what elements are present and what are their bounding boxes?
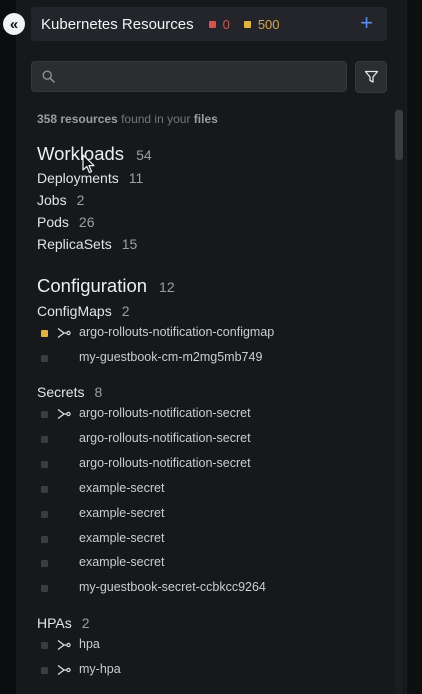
kind-configmaps[interactable]: ConfigMaps 2 [37, 303, 130, 319]
resource-name: example-secret [79, 506, 165, 520]
status-dot-icon [41, 666, 48, 674]
resource-row[interactable]: hpa [41, 636, 100, 654]
filter-icon [364, 70, 378, 83]
kind-label: HPAs [37, 615, 72, 631]
search-input[interactable] [62, 62, 346, 93]
filter-button[interactable] [355, 61, 387, 93]
resource-name: example-secret [79, 555, 165, 569]
kind-count: 15 [121, 236, 138, 252]
resource-row[interactable]: argo-rollouts-notification-secret [41, 455, 251, 473]
resource-name: example-secret [79, 481, 165, 495]
kind-label: Pods [37, 214, 69, 230]
error-count-badge[interactable]: 0 [208, 16, 230, 32]
panel-title: Kubernetes Resources [41, 15, 194, 33]
section-count: 12 [159, 279, 175, 295]
resource-row[interactable]: example-secret [41, 530, 164, 548]
warning-square-icon [243, 20, 251, 28]
resource-row[interactable]: argo-rollouts-notification-secret [41, 405, 251, 423]
resource-row[interactable]: my-guestbook-cm-m2mg5mb749 [41, 349, 262, 367]
kind-hpas[interactable]: HPAs 2 [37, 615, 90, 631]
status-dot-icon [41, 559, 48, 567]
left-gutter [0, 0, 16, 694]
resource-row[interactable]: example-secret [41, 505, 164, 523]
warning-count: 500 [257, 16, 280, 32]
collapse-panel-button[interactable]: « [3, 13, 25, 35]
status-dot-icon [41, 510, 48, 518]
kind-replicasets[interactable]: ReplicaSets 15 [37, 236, 137, 252]
resource-name: my-hpa [79, 662, 121, 676]
kind-count: 2 [121, 303, 130, 319]
panel-header: Kubernetes Resources 0 500 + [31, 7, 387, 41]
status-dot-icon [41, 460, 48, 468]
resource-row[interactable]: argo-rollouts-notification-secret [41, 430, 251, 448]
summary-text: found in your [117, 112, 194, 126]
kind-count: 11 [128, 170, 144, 186]
relations-icon[interactable] [57, 408, 71, 420]
error-count: 0 [222, 16, 230, 32]
resource-row[interactable]: example-secret [41, 480, 164, 498]
search-box[interactable] [31, 61, 347, 93]
add-resource-button[interactable]: + [360, 11, 373, 35]
error-square-icon [208, 20, 216, 28]
resource-row[interactable]: my-hpa [41, 661, 121, 679]
status-dot-icon [41, 435, 48, 443]
section-title: Configuration [37, 275, 148, 296]
scrollbar-thumb[interactable] [395, 110, 403, 160]
resource-name: argo-rollouts-notification-secret [79, 456, 251, 470]
kind-label: Deployments [37, 170, 119, 186]
resource-name: example-secret [79, 531, 165, 545]
resource-name: my-guestbook-secret-ccbkcc9264 [79, 580, 266, 594]
scrollbar-track [395, 108, 403, 694]
resource-name: argo-rollouts-notification-secret [79, 431, 251, 445]
resource-name: argo-rollouts-notification-configmap [79, 325, 275, 339]
relations-icon[interactable] [57, 327, 71, 339]
kind-pods[interactable]: Pods 26 [37, 214, 95, 230]
kind-jobs[interactable]: Jobs 2 [37, 192, 84, 208]
kind-label: Secrets [37, 384, 85, 400]
kind-secrets[interactable]: Secrets 8 [37, 384, 102, 400]
right-gutter [406, 0, 422, 694]
resource-name: my-guestbook-cm-m2mg5mb749 [79, 350, 263, 364]
section-title: Workloads [37, 143, 125, 164]
resource-name: hpa [79, 637, 100, 651]
resource-row[interactable]: my-guestbook-secret-ccbkcc9264 [41, 579, 266, 597]
warning-status-icon [41, 329, 48, 337]
resource-name: argo-rollouts-notification-secret [79, 406, 251, 420]
resource-row[interactable]: argo-rollouts-notification-configmap [41, 324, 274, 342]
kind-count: 2 [81, 615, 90, 631]
relations-icon[interactable] [57, 664, 71, 676]
kind-label: ConfigMaps [37, 303, 112, 319]
status-dot-icon [41, 641, 48, 649]
warning-count-badge[interactable]: 500 [243, 16, 280, 32]
resource-row[interactable]: example-secret [41, 554, 164, 572]
kind-label: Jobs [37, 192, 67, 208]
section-configuration[interactable]: Configuration 12 [37, 275, 175, 297]
mouse-cursor-icon [82, 154, 95, 174]
status-dot-icon [41, 485, 48, 493]
kind-count: 26 [78, 214, 95, 230]
kind-count: 2 [76, 192, 85, 208]
results-summary: 358 resources found in your files [37, 112, 218, 126]
kind-count: 8 [94, 384, 103, 400]
section-count: 54 [136, 147, 152, 163]
status-dot-icon [41, 410, 48, 418]
status-dot-icon [41, 354, 48, 362]
status-dot-icon [41, 535, 48, 543]
relations-icon[interactable] [57, 639, 71, 651]
kind-label: ReplicaSets [37, 236, 112, 252]
search-icon [42, 70, 55, 83]
resource-count: 358 resources [37, 112, 118, 126]
files-link[interactable]: files [194, 112, 218, 126]
status-dot-icon [41, 584, 48, 592]
